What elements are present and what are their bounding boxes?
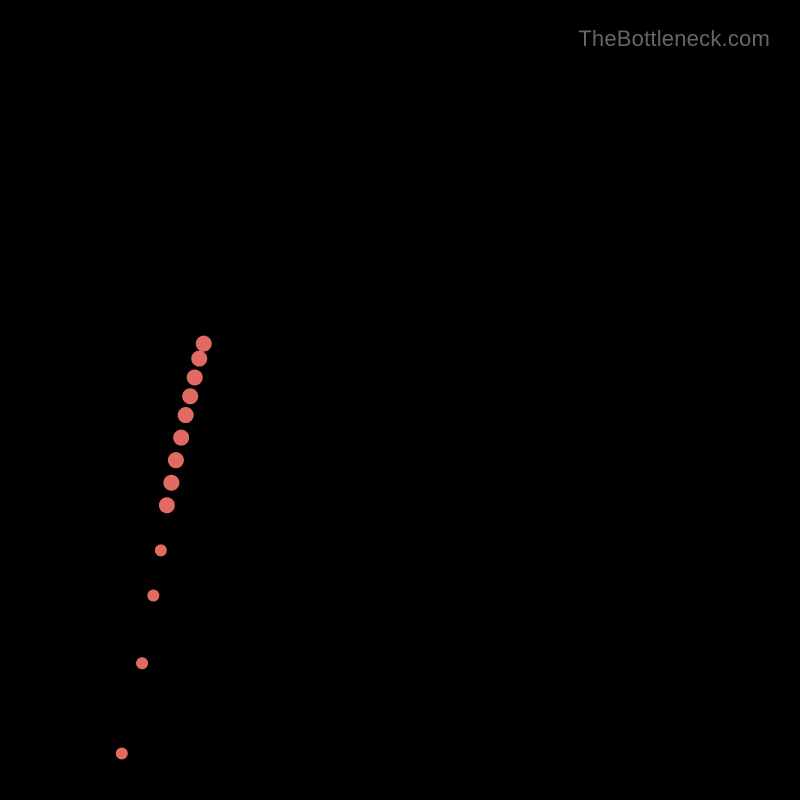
marker-dot: [178, 407, 194, 423]
marker-dots: [116, 336, 212, 760]
plot-area: TheBottleneck.com: [24, 24, 776, 776]
curve-layer: [24, 24, 776, 776]
marker-dot: [191, 351, 207, 367]
marker-dot: [116, 747, 128, 759]
marker-dot: [187, 369, 203, 385]
marker-dot: [136, 657, 148, 669]
marker-dot: [159, 497, 175, 513]
bottleneck-curve: [24, 24, 776, 768]
marker-dot: [155, 544, 167, 556]
marker-dot: [163, 475, 179, 491]
marker-dot: [173, 430, 189, 446]
marker-dot: [196, 336, 212, 352]
marker-dot: [168, 452, 184, 468]
marker-dot: [147, 590, 159, 602]
chart-frame: TheBottleneck.com: [0, 0, 800, 800]
marker-dot: [182, 388, 198, 404]
